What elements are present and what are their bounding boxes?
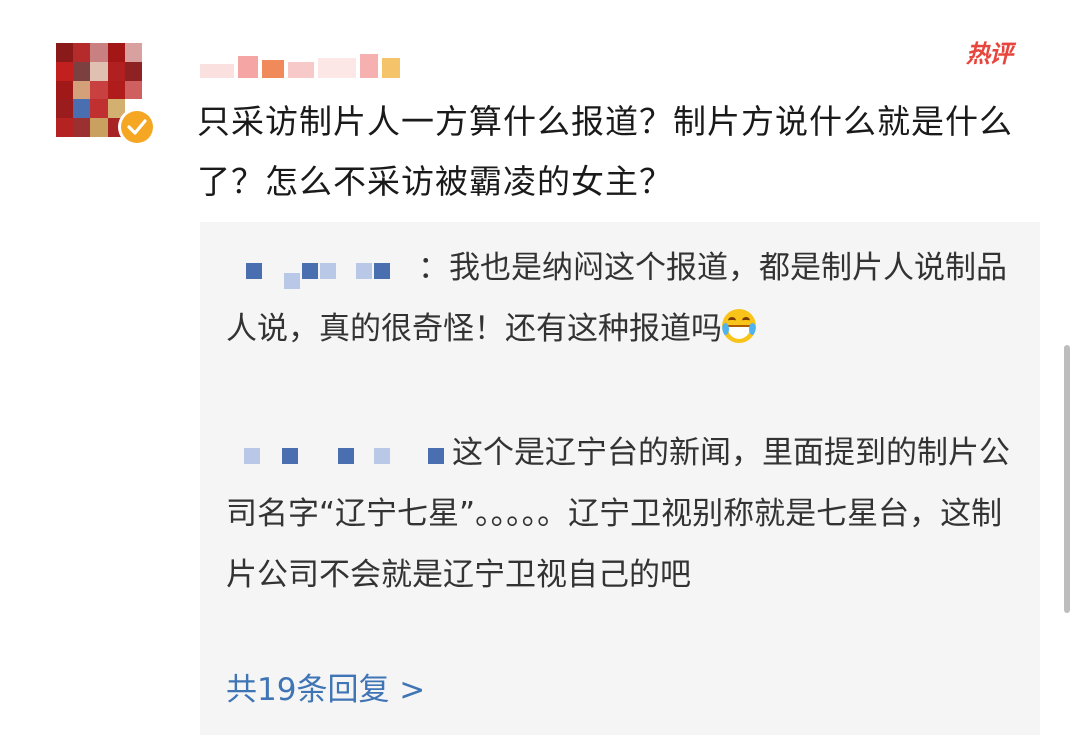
- replies-panel: ：我也是纳闷这个报道，都是制片人说制品人说，真的很奇怪！还有这种报道吗 这个是辽…: [200, 222, 1040, 735]
- more-replies-link[interactable]: 共19条回复 >: [226, 670, 425, 710]
- laugh-cry-emoji-icon: [722, 309, 756, 343]
- verified-badge-icon: [118, 108, 156, 146]
- reply-item[interactable]: 这个是辽宁台的新闻，里面提到的制片公司名字“辽宁七星”。。。。。辽宁卫视别称就是…: [226, 423, 1016, 606]
- reply-item[interactable]: ：我也是纳闷这个报道，都是制片人说制品人说，真的很奇怪！还有这种报道吗: [226, 238, 1016, 360]
- comment-text: 只采访制片人一方算什么报道？制片方说什么就是什么了？怎么不采访被霸凌的女主？: [197, 102, 1013, 201]
- reply-username-redacted[interactable]: [226, 440, 452, 470]
- username-redacted[interactable]: [200, 40, 404, 78]
- reply-username-redacted[interactable]: [226, 255, 418, 289]
- hot-comment-badge: 热评: [966, 39, 1013, 68]
- scrollbar[interactable]: [1064, 345, 1070, 613]
